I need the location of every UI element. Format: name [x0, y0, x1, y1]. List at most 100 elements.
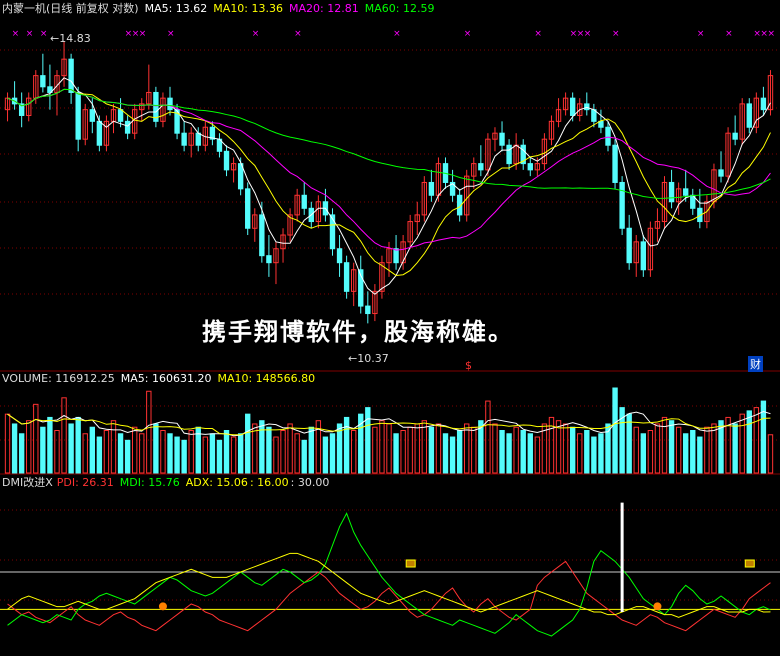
volume-bar	[61, 397, 67, 474]
volume-bar	[124, 439, 131, 474]
adx-label: ADX: 15.06	[185, 476, 248, 489]
volume-bar	[668, 420, 675, 474]
volume-bar	[591, 436, 597, 474]
signal-marker: ×	[40, 29, 48, 39]
volume-label: VOLUME: 116912.25	[2, 372, 115, 385]
candle-body	[301, 194, 307, 209]
volume-bar	[26, 420, 32, 474]
high-price-value: 14.83	[59, 32, 91, 45]
ma20-label: MA20: 12.81	[289, 2, 359, 15]
volume-bar	[464, 423, 470, 474]
candle-body	[506, 144, 512, 165]
low-price-value: 10.37	[357, 352, 389, 365]
volume-bar	[372, 426, 378, 474]
volume-bar	[584, 430, 590, 474]
volume-bar	[343, 416, 350, 474]
candle-body	[75, 91, 81, 140]
candle-body	[329, 214, 336, 250]
signal-marker: ×	[393, 29, 401, 39]
level1-label: : 16.00	[249, 476, 289, 489]
volume-bar	[280, 430, 286, 474]
volume-bar	[167, 433, 173, 474]
volume-bar	[89, 426, 95, 474]
volume-bar	[103, 430, 110, 474]
volume-bar	[711, 423, 717, 474]
volume-bar	[746, 410, 752, 474]
volume-bar	[386, 423, 392, 474]
volume-bar	[421, 420, 428, 474]
candle-body	[117, 109, 124, 122]
ma60-line	[7, 88, 771, 199]
signal-marker: ×	[12, 29, 20, 39]
volume-bar	[697, 436, 703, 474]
volume-bar	[654, 423, 661, 474]
low-price-label: ←10.37	[348, 352, 389, 365]
volume-bar	[223, 430, 230, 474]
volume-bar	[767, 434, 774, 474]
candle-body	[760, 97, 767, 111]
volume-bar	[287, 423, 293, 474]
candle-body	[569, 97, 576, 116]
candle-body	[732, 132, 738, 140]
signal-marker: ×	[584, 29, 592, 39]
volume-bar	[379, 420, 385, 474]
volume-bar	[237, 433, 244, 474]
candle-body	[428, 181, 435, 196]
volume-bar	[739, 413, 745, 474]
ma60-label: MA60: 12.59	[364, 2, 435, 15]
volume-bar	[485, 400, 491, 474]
volume-bar	[661, 416, 668, 474]
volume-bar	[365, 407, 371, 474]
volume-bar	[683, 433, 689, 474]
candle-body	[223, 150, 230, 171]
volume-bar	[400, 430, 406, 474]
volume-bar	[633, 426, 639, 474]
volume-bar	[732, 423, 738, 474]
volume-bar	[82, 433, 88, 474]
volume-bar	[329, 433, 336, 474]
volume-bar	[640, 433, 647, 474]
volume-bar	[301, 439, 307, 474]
candle-body	[124, 120, 131, 134]
volume-bar	[492, 423, 498, 474]
pdi-label: PDI: 26.31	[56, 476, 114, 489]
candle-body	[343, 262, 350, 292]
runner-marker	[653, 602, 662, 611]
watermark-text: 携手翔博软件，股海称雄。	[202, 318, 514, 346]
signal-marker: ×	[252, 29, 260, 39]
volume-bar	[117, 433, 124, 474]
volume-bar	[506, 433, 512, 474]
candle-body	[626, 227, 632, 264]
volume-bar	[308, 426, 314, 474]
flag-marker	[405, 559, 416, 568]
volume-bar	[647, 430, 654, 474]
volume-bar	[612, 387, 618, 474]
candle-body	[259, 214, 265, 257]
volume-bar	[47, 416, 53, 474]
runner-marker	[158, 602, 167, 611]
ma5-label: MA5: 13.62	[144, 2, 208, 15]
candle-body	[668, 181, 675, 203]
mdi-label: MDI: 15.76	[119, 476, 180, 489]
signal-marker: ×	[767, 29, 775, 39]
volume-bar	[456, 430, 463, 474]
volume-bar	[75, 416, 81, 474]
candle-body	[605, 126, 611, 146]
volume-bar	[435, 423, 442, 474]
finance-marker[interactable]: 财	[748, 356, 763, 372]
candle-body	[266, 255, 272, 264]
volume-bar	[428, 426, 435, 474]
candle-body	[612, 144, 618, 183]
signal-marker: ×	[139, 29, 147, 39]
volume-bar	[160, 430, 166, 474]
signal-marker: ×	[26, 29, 34, 39]
volume-bar	[569, 426, 576, 474]
volume-ma10-label: MA10: 148566.80	[217, 372, 316, 385]
volume-bar	[209, 433, 216, 474]
ma10-label: MA10: 13.36	[213, 2, 284, 15]
volume-bar	[527, 433, 533, 474]
candle-body	[195, 132, 201, 146]
signal-marker: ×	[697, 29, 705, 39]
volume-bar	[54, 430, 60, 474]
signal-marker: ×	[167, 29, 175, 39]
